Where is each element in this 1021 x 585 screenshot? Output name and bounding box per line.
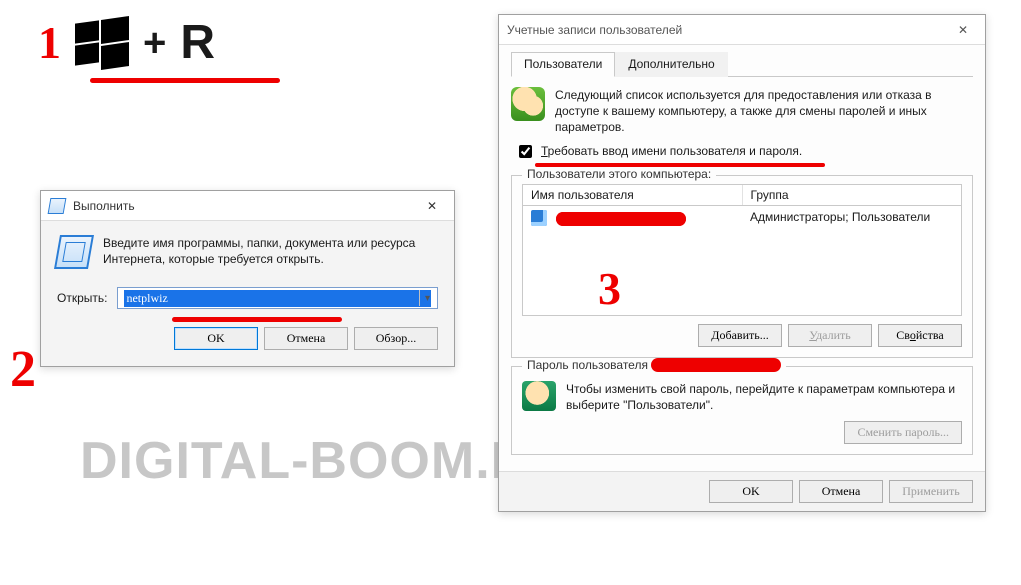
- password-user-icon: [522, 381, 556, 411]
- open-combobox[interactable]: ▾: [117, 287, 438, 309]
- users-list[interactable]: Администраторы; Пользователи: [522, 206, 962, 316]
- cell-group: Администраторы; Пользователи: [742, 206, 961, 230]
- user-accounts-dialog: Учетные записи пользователей ✕ Пользоват…: [498, 14, 986, 512]
- change-password-button: Сменить пароль...: [844, 421, 962, 444]
- run-icon: [48, 198, 67, 214]
- cancel-button[interactable]: Отмена: [264, 327, 348, 350]
- r-key: R: [180, 19, 215, 67]
- redacted-username: [556, 212, 686, 226]
- close-button[interactable]: ✕: [941, 15, 985, 45]
- annotation-step-2: 2: [10, 340, 36, 399]
- users-icon: [511, 87, 545, 121]
- windows-logo-icon: [75, 16, 129, 70]
- run-titlebar[interactable]: Выполнить ✕: [41, 191, 454, 221]
- annotation-step-1: 1: [38, 20, 61, 66]
- users-list-group: Пользователи этого компьютера: Имя польз…: [511, 175, 973, 358]
- ok-button[interactable]: OK: [174, 327, 258, 350]
- run-instruction: Введите имя программы, папки, документа …: [103, 235, 438, 267]
- col-group[interactable]: Группа: [743, 185, 962, 205]
- password-group: Пароль пользователя Чтобы изменить свой …: [511, 366, 973, 455]
- ua-titlebar[interactable]: Учетные записи пользователей ✕: [499, 15, 985, 45]
- run-title: Выполнить: [73, 199, 410, 213]
- annotation-underline-1: [90, 78, 280, 83]
- tab-strip: Пользователи Дополнительно: [511, 51, 973, 77]
- chevron-down-icon[interactable]: ▾: [419, 290, 435, 306]
- watermark: DIGITAL-BOOM.RU: [80, 435, 568, 487]
- open-input[interactable]: [124, 290, 431, 307]
- properties-button[interactable]: Свойства: [878, 324, 962, 347]
- run-dialog: Выполнить ✕ Введите имя программы, папки…: [40, 190, 455, 367]
- password-text: Чтобы изменить свой пароль, перейдите к …: [566, 381, 962, 413]
- require-login-label[interactable]: Требовать ввод имени пользователя и паро…: [541, 144, 802, 158]
- ua-apply-button: Применить: [889, 480, 973, 503]
- require-login-checkbox[interactable]: [519, 145, 532, 158]
- password-legend: Пароль пользователя: [522, 358, 786, 372]
- close-button[interactable]: ✕: [410, 191, 454, 221]
- run-large-icon: [54, 235, 94, 269]
- tab-advanced[interactable]: Дополнительно: [615, 52, 727, 77]
- remove-button: Удалить: [788, 324, 872, 347]
- annotation-underline-2: [172, 317, 342, 322]
- open-label: Открыть:: [57, 291, 107, 305]
- plus-symbol: +: [143, 23, 166, 63]
- add-button[interactable]: Добавить...: [698, 324, 782, 347]
- ua-ok-button[interactable]: OK: [709, 480, 793, 503]
- ua-title: Учетные записи пользователей: [507, 23, 941, 37]
- ua-cancel-button[interactable]: Отмена: [799, 480, 883, 503]
- browse-button[interactable]: Обзор...: [354, 327, 438, 350]
- ua-intro-text: Следующий список используется для предос…: [555, 87, 973, 136]
- users-list-legend: Пользователи этого компьютера:: [522, 167, 716, 181]
- redacted-username-2: [651, 358, 781, 372]
- col-username[interactable]: Имя пользователя: [523, 185, 743, 205]
- cell-username: [523, 206, 742, 230]
- table-row[interactable]: Администраторы; Пользователи: [523, 206, 961, 230]
- tab-users[interactable]: Пользователи: [511, 52, 615, 77]
- user-icon: [531, 210, 547, 226]
- users-list-header: Имя пользователя Группа: [522, 184, 962, 206]
- annotation-step-3: 3: [598, 262, 621, 315]
